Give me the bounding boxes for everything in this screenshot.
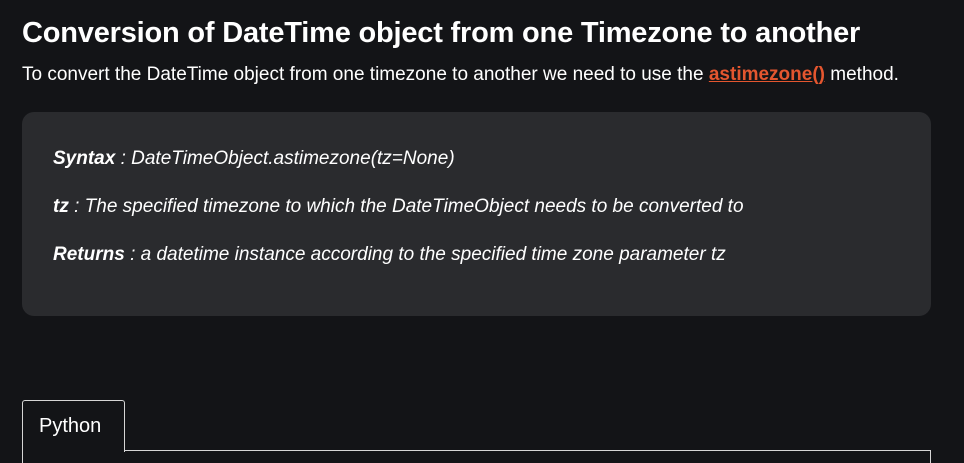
code-tab-strip: Python — [22, 400, 931, 463]
intro-text-before: To convert the DateTime object from one … — [22, 64, 709, 85]
tz-label: tz — [53, 196, 69, 217]
syntax-box: Syntax : DateTimeObject.astimezone(tz=No… — [22, 112, 931, 316]
syntax-text: : DateTimeObject.astimezone(tz=None) — [115, 148, 455, 169]
astimezone-link[interactable]: astimezone() — [709, 64, 825, 85]
syntax-label: Syntax — [53, 148, 116, 169]
returns-line: Returns : a datetime instance according … — [53, 242, 901, 268]
intro-text-after: method. — [825, 64, 899, 85]
article-section: Conversion of DateTime object from one T… — [22, 14, 932, 316]
returns-label: Returns — [53, 244, 125, 265]
syntax-line: Syntax : DateTimeObject.astimezone(tz=No… — [53, 146, 901, 172]
tz-text: : The specified timezone to which the Da… — [68, 196, 744, 217]
code-panel — [22, 450, 931, 463]
section-heading: Conversion of DateTime object from one T… — [22, 17, 861, 49]
intro-paragraph: To convert the DateTime object from one … — [22, 58, 932, 92]
returns-text: : a datetime instance according to the s… — [124, 244, 726, 265]
tab-python[interactable]: Python — [22, 400, 125, 452]
tz-line: tz : The specified timezone to which the… — [53, 194, 901, 220]
